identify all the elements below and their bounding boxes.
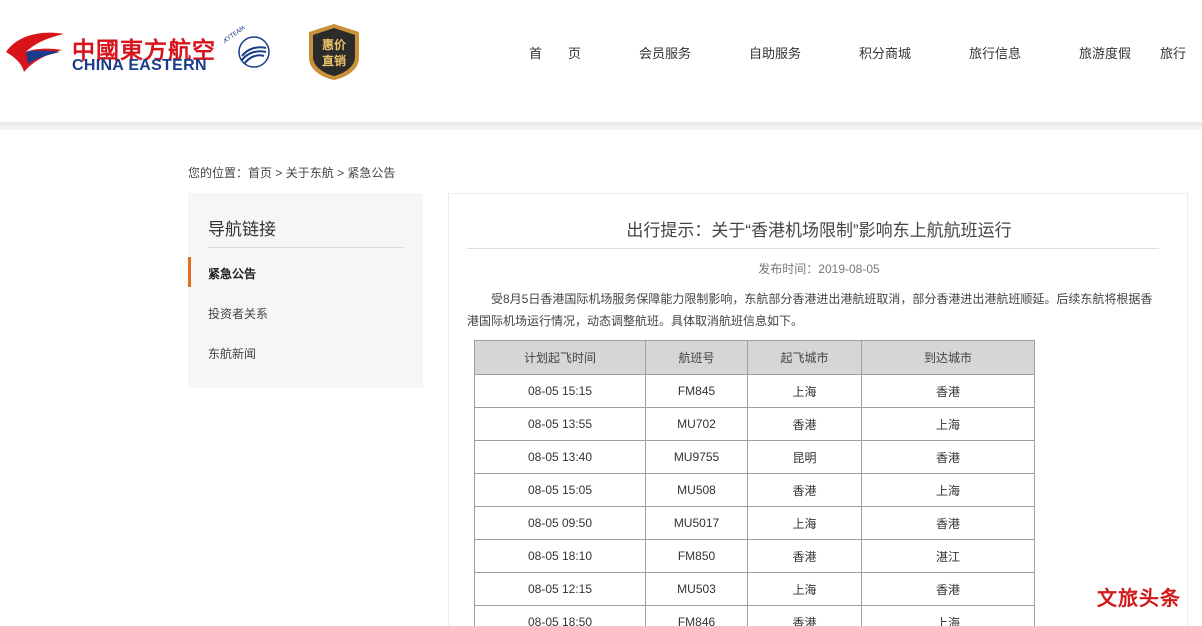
table-row: 08-05 09:50 MU5017 上海 香港 xyxy=(474,506,1035,540)
table-header-row: 计划起飞时间 航班号 起飞城市 到达城市 xyxy=(474,340,1035,375)
table-row: 08-05 13:55 MU702 香港 上海 xyxy=(474,407,1035,441)
cell-departure-time: 08-05 13:40 xyxy=(474,440,646,474)
cell-destination-city: 上海 xyxy=(861,605,1035,626)
breadcrumb-home[interactable]: 首页 xyxy=(248,166,272,180)
breadcrumb-current[interactable]: 紧急公告 xyxy=(347,166,395,180)
china-eastern-swallow-logo-icon[interactable] xyxy=(4,28,66,76)
nav-member-services[interactable]: 会员服务 xyxy=(610,43,720,62)
header-origin-city: 起飞城市 xyxy=(747,340,862,375)
cell-departure-time: 08-05 15:05 xyxy=(474,473,646,507)
cell-destination-city: 上海 xyxy=(861,407,1035,441)
skyteam-logo-icon: SKYTEAM xyxy=(224,26,270,68)
site-header: 中國東方航空 CHINA EASTERN SKYTEAM 惠价 直销 首 页 会… xyxy=(0,0,1202,122)
breadcrumb: 您的位置：首页 > 关于东航 > 紧急公告 xyxy=(188,164,395,181)
cell-departure-time: 08-05 09:50 xyxy=(474,506,646,540)
badge-line-1: 惠价 xyxy=(322,37,347,52)
sidebar-divider xyxy=(208,247,404,248)
cell-origin-city: 昆明 xyxy=(747,440,862,474)
header-shadow xyxy=(0,122,1202,130)
sidebar-item-news[interactable]: 东航新闻 xyxy=(208,345,256,362)
sidebar: 导航链接 紧急公告 投资者关系 东航新闻 xyxy=(188,193,423,388)
sidebar-title: 导航链接 xyxy=(208,220,276,239)
cell-flight-number: FM850 xyxy=(645,539,748,573)
article-title: 出行提示：关于“香港机场限制”影响东上航航班运行 xyxy=(626,221,1012,240)
nav-self-service[interactable]: 自助服务 xyxy=(720,43,830,62)
skyteam-text: SKYTEAM xyxy=(224,26,246,46)
breadcrumb-separator: > xyxy=(333,166,348,180)
table-row: 08-05 15:05 MU508 香港 上海 xyxy=(474,473,1035,507)
cell-flight-number: MU5017 xyxy=(645,506,748,540)
cell-origin-city: 上海 xyxy=(747,506,862,540)
cell-flight-number: MU508 xyxy=(645,473,748,507)
cell-departure-time: 08-05 12:15 xyxy=(474,572,646,606)
cell-destination-city: 湛江 xyxy=(861,539,1035,573)
cell-destination-city: 香港 xyxy=(861,440,1035,474)
table-row: 08-05 18:50 FM846 香港 上海 xyxy=(474,605,1035,626)
cell-flight-number: FM845 xyxy=(645,374,748,408)
cell-destination-city: 上海 xyxy=(861,473,1035,507)
header-flight-number: 航班号 xyxy=(645,340,748,375)
watermark-text: 文旅头条 xyxy=(1097,588,1181,610)
cell-origin-city: 香港 xyxy=(747,539,862,573)
logo-english-name[interactable]: CHINA EASTERN xyxy=(72,57,207,75)
nav-travel-more[interactable]: 旅行 xyxy=(1160,43,1186,62)
table-row: 08-05 12:15 MU503 上海 香港 xyxy=(474,572,1035,606)
nav-points-mall[interactable]: 积分商城 xyxy=(830,43,940,62)
main-nav: 首 页 会员服务 自助服务 积分商城 旅行信息 旅游度假 旅行 xyxy=(500,0,1186,104)
sidebar-item-investor-relations[interactable]: 投资者关系 xyxy=(208,305,268,322)
article-divider xyxy=(467,248,1159,249)
badge-line-2: 直销 xyxy=(322,53,346,68)
sidebar-active-indicator xyxy=(188,257,191,287)
sidebar-item-emergency-notice[interactable]: 紧急公告 xyxy=(208,265,256,282)
cell-departure-time: 08-05 18:10 xyxy=(474,539,646,573)
table-row: 08-05 15:15 FM845 上海 香港 xyxy=(474,374,1035,408)
article-body: 受8月5日香港国际机场服务保障能力限制影响，东航部分香港进出港航班取消，部分香港… xyxy=(467,292,1153,328)
breadcrumb-about[interactable]: 关于东航 xyxy=(286,166,334,180)
cell-departure-time: 08-05 13:55 xyxy=(474,407,646,441)
cell-flight-number: FM846 xyxy=(645,605,748,626)
nav-vacations[interactable]: 旅游度假 xyxy=(1050,43,1160,62)
cancelled-flights-table: 计划起飞时间 航班号 起飞城市 到达城市 08-05 15:15 FM845 上… xyxy=(474,340,1035,626)
header-destination-city: 到达城市 xyxy=(861,340,1035,375)
breadcrumb-prefix: 您的位置： xyxy=(188,166,249,180)
nav-home[interactable]: 首 页 xyxy=(500,43,610,62)
cell-destination-city: 香港 xyxy=(861,572,1035,606)
breadcrumb-separator: > xyxy=(272,166,286,180)
cell-origin-city: 上海 xyxy=(747,572,862,606)
article-panel: 出行提示：关于“香港机场限制”影响东上航航班运行 发布时间：2019-08-05… xyxy=(448,193,1188,626)
header-departure-time: 计划起飞时间 xyxy=(474,340,646,375)
table-row: 08-05 18:10 FM850 香港 湛江 xyxy=(474,539,1035,573)
nav-travel-info[interactable]: 旅行信息 xyxy=(940,43,1050,62)
table-row: 08-05 13:40 MU9755 昆明 香港 xyxy=(474,440,1035,474)
cell-departure-time: 08-05 15:15 xyxy=(474,374,646,408)
cell-origin-city: 上海 xyxy=(747,374,862,408)
cell-flight-number: MU702 xyxy=(645,407,748,441)
publish-time: 发布时间：2019-08-05 xyxy=(758,262,880,276)
direct-sale-badge-icon[interactable]: 惠价 直销 xyxy=(305,22,363,82)
cell-flight-number: MU9755 xyxy=(645,440,748,474)
cell-origin-city: 香港 xyxy=(747,605,862,626)
cell-origin-city: 香港 xyxy=(747,473,862,507)
cell-destination-city: 香港 xyxy=(861,374,1035,408)
cell-flight-number: MU503 xyxy=(645,572,748,606)
cell-origin-city: 香港 xyxy=(747,407,862,441)
cell-destination-city: 香港 xyxy=(861,506,1035,540)
cell-departure-time: 08-05 18:50 xyxy=(474,605,646,626)
